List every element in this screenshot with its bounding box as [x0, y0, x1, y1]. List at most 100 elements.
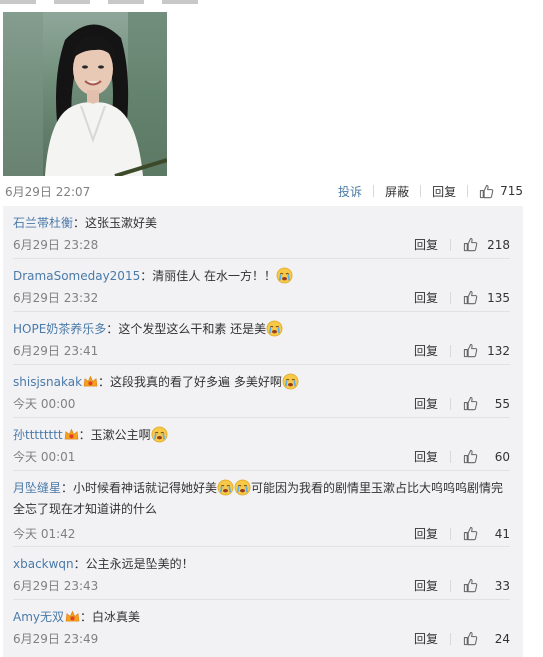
comment-meta-bar: 6月29日 22:07 投诉 屏蔽 回复 715 — [0, 180, 543, 202]
reply-item: Amy无双 ：白冰真美 6月29日 23:49 回复 24 — [13, 600, 510, 657]
reply-time: 今天 01:42 — [13, 527, 76, 541]
reply-like-button[interactable]: 135 — [463, 290, 510, 305]
comment-photo[interactable] — [3, 12, 167, 176]
reply-text-line: 孙tttttttt ：玉漱公主啊 — [13, 425, 510, 446]
divider — [420, 185, 422, 197]
crying-face-icon — [151, 426, 168, 443]
reply-like-button[interactable]: 41 — [463, 526, 510, 541]
reply-colon: ： — [61, 481, 74, 495]
divider — [467, 185, 469, 197]
divider — [450, 238, 451, 251]
reply-like-count: 55 — [494, 396, 510, 411]
crying-face-icon — [276, 267, 293, 284]
reply-button[interactable]: 回复 — [414, 395, 438, 412]
reply-colon: ： — [106, 322, 119, 336]
reply-like-button[interactable]: 33 — [463, 578, 510, 593]
reply-time: 6月29日 23:41 — [13, 344, 99, 358]
block-link[interactable]: 屏蔽 — [385, 183, 409, 200]
reply-content: 这段我真的看了好多遍 多美好啊 — [110, 375, 282, 389]
comment-actions: 投诉 屏蔽 回复 715 — [338, 183, 523, 199]
reply-username[interactable]: DramaSomeday2015 — [13, 269, 140, 283]
reply-like-button[interactable]: 60 — [463, 449, 510, 464]
reply-like-button[interactable]: 24 — [463, 631, 510, 646]
vip-crown-icon — [83, 375, 98, 387]
reply-content: 白冰真美 — [92, 610, 141, 624]
like-count: 715 — [500, 184, 523, 198]
reply-list: 石兰帯杜衡：这张玉漱好美 6月29日 23:28 回复 218 DramaSomeday… — [3, 206, 523, 657]
reply-content: 这张玉漱好美 — [85, 216, 158, 230]
divider — [450, 397, 451, 410]
divider — [450, 344, 451, 357]
reply-text-line: shisjsnakak ：这段我真的看了好多遍 多美好啊 — [13, 372, 510, 393]
reply-text-line: DramaSomeday2015：清丽佳人 在水一方！！ — [13, 266, 510, 287]
crying-face-icon — [282, 373, 299, 390]
reply-actions: 回复 55 — [414, 395, 510, 412]
divider — [450, 632, 451, 645]
vip-crown-icon — [64, 428, 78, 440]
reply-item: DramaSomeday2015：清丽佳人 在水一方！！ 6月29日 23:32 回… — [13, 259, 510, 312]
thumbs-up-icon — [463, 237, 478, 252]
reply-like-button[interactable]: 132 — [463, 343, 510, 358]
reply-text-line: 石兰帯杜衡：这张玉漱好美 — [13, 213, 510, 234]
reply-actions: 回复 135 — [414, 289, 510, 306]
reply-colon: ： — [140, 269, 153, 283]
reply-like-count: 132 — [487, 343, 510, 358]
reply-button[interactable]: 回复 — [414, 577, 438, 594]
reply-text-line: HOPE奶茶养乐多：这个发型这么干和素 还是美 — [13, 319, 510, 340]
thumbs-up-icon — [463, 631, 478, 646]
divider — [373, 185, 375, 197]
reply-time: 6月29日 23:43 — [13, 579, 99, 593]
reply-username[interactable]: 孙tttttttt — [13, 428, 63, 442]
reply-actions: 回复 33 — [414, 577, 510, 594]
reply-text-line: 月坠缝星：小时候看神话就记得她好美 可能因为我看的剧情里玉漱占比大呜呜呜剧情完全忘… — [13, 478, 510, 520]
reply-like-button[interactable]: 218 — [463, 237, 510, 252]
reply-button[interactable]: 回复 — [414, 342, 438, 359]
reply-button[interactable]: 回复 — [414, 525, 438, 542]
thumbs-up-icon — [463, 578, 478, 593]
reply-colon: ： — [98, 375, 111, 389]
reply-username[interactable]: shisjsnakak — [13, 375, 82, 389]
reply-button[interactable]: 回复 — [414, 630, 438, 647]
thumbs-up-icon — [463, 449, 478, 464]
reply-content: 这个发型这么干和素 还是美 — [118, 322, 267, 336]
reply-actions: 回复 24 — [414, 630, 510, 647]
reply-content: 小时候看神话就记得她好美 — [73, 481, 218, 495]
reply-item: 月坠缝星：小时候看神话就记得她好美 可能因为我看的剧情里玉漱占比大呜呜呜剧情完全忘… — [13, 471, 510, 547]
divider — [450, 527, 451, 540]
reply-username[interactable]: xbackwqn — [13, 557, 74, 571]
reply-button[interactable]: 回复 — [414, 448, 438, 465]
reply-item: HOPE奶茶养乐多：这个发型这么干和素 还是美 6月29日 23:41 回复 132 — [13, 312, 510, 365]
reply-text-line: xbackwqn：公主永远是坠美的！ — [13, 554, 510, 575]
reply-link[interactable]: 回复 — [432, 183, 456, 200]
reply-colon: ： — [80, 610, 93, 624]
reply-username[interactable]: 月坠缝星 — [13, 481, 61, 495]
reply-username[interactable]: HOPE奶茶养乐多 — [13, 322, 106, 336]
reply-time: 6月29日 23:28 — [13, 238, 99, 252]
reply-like-count: 218 — [487, 237, 510, 252]
report-link[interactable]: 投诉 — [338, 183, 362, 200]
thumbs-up-icon — [479, 184, 494, 198]
crying-face-icon — [234, 479, 251, 496]
like-button[interactable]: 715 — [479, 184, 523, 199]
reply-time: 今天 00:01 — [13, 450, 76, 464]
reply-item: xbackwqn：公主永远是坠美的！ 6月29日 23:43 回复 33 — [13, 547, 510, 600]
crying-face-icon — [266, 320, 283, 337]
reply-like-button[interactable]: 55 — [463, 396, 510, 411]
reply-content: 玉漱公主啊 — [90, 428, 151, 442]
vip-crown-icon — [65, 610, 80, 622]
portrait-image — [3, 12, 167, 176]
reply-content: 清丽佳人 在水一方！！ — [152, 269, 277, 283]
reply-text-line: Amy无双 ：白冰真美 — [13, 607, 510, 628]
reply-time: 6月29日 23:49 — [13, 632, 99, 646]
reply-colon: ： — [73, 557, 86, 571]
thumbs-up-icon — [463, 343, 478, 358]
comment-time: 6月29日 22:07 — [5, 185, 91, 199]
reply-username[interactable]: 石兰帯杜衡 — [13, 216, 73, 230]
reply-colon: ： — [78, 428, 91, 442]
reply-actions: 回复 41 — [414, 525, 510, 542]
cropped-previous-content — [0, 0, 260, 4]
reply-button[interactable]: 回复 — [414, 289, 438, 306]
reply-button[interactable]: 回复 — [414, 236, 438, 253]
reply-username[interactable]: Amy无双 — [13, 610, 64, 624]
crying-face-icon — [217, 479, 234, 496]
